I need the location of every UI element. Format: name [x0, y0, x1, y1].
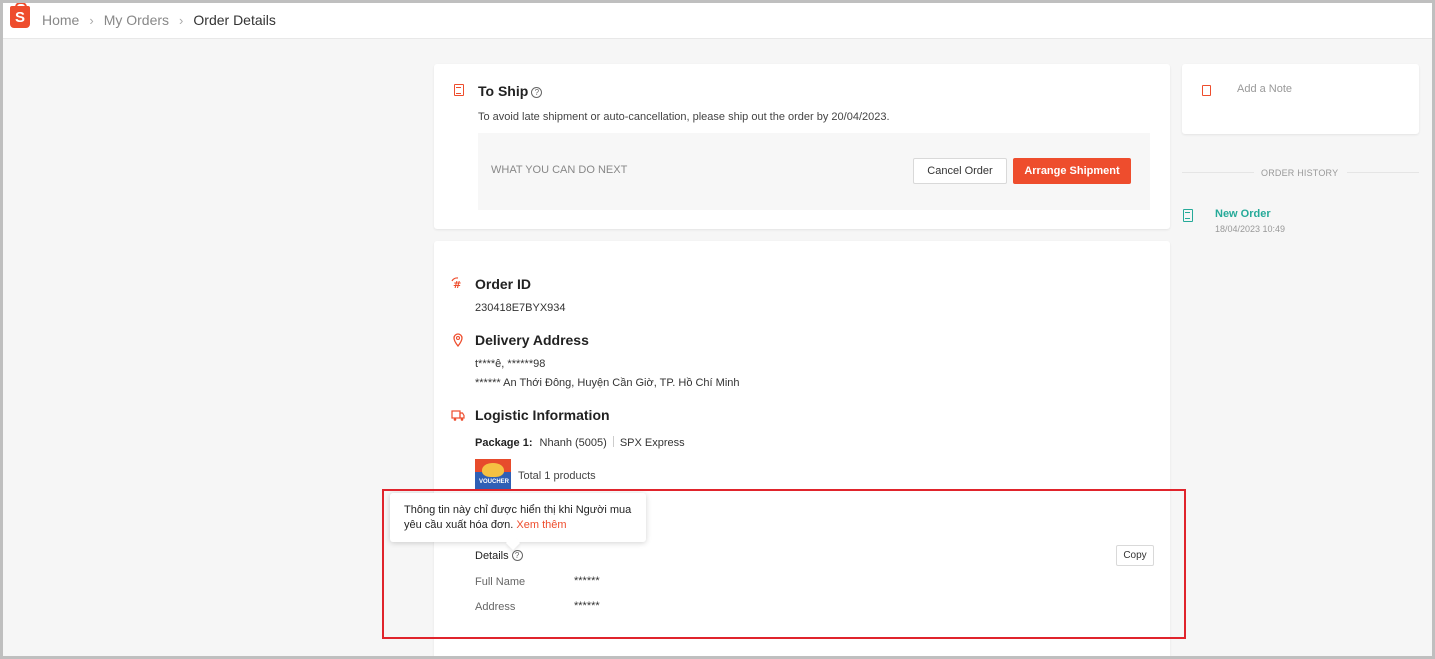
divider: [1182, 172, 1254, 173]
next-actions-label: WHAT YOU CAN DO NEXT: [491, 164, 628, 176]
cancel-order-button[interactable]: Cancel Order: [913, 158, 1007, 184]
status-description: To avoid late shipment or auto-cancellat…: [478, 111, 890, 123]
order-id-value: 230418E7BYX934: [475, 302, 566, 314]
document-icon: [1183, 209, 1193, 222]
svg-text:#: #: [453, 280, 461, 291]
package-carrier: SPX Express: [619, 437, 685, 449]
logistic-info-title: Logistic Information: [475, 407, 610, 423]
help-icon[interactable]: ?: [511, 550, 523, 561]
chevron-right-icon: ›: [179, 12, 184, 28]
top-bar: S Home › My Orders › Order Details: [3, 2, 1432, 39]
status-title: To Ship?: [478, 83, 543, 99]
products-total: Total 1 products: [518, 470, 596, 482]
next-actions-panel: WHAT YOU CAN DO NEXT Cancel Order Arrang…: [478, 133, 1150, 210]
divider: [1347, 172, 1419, 173]
status-title-text: To Ship: [478, 83, 529, 99]
history-item-time: 18/04/2023 10:49: [1215, 224, 1286, 234]
see-more-link[interactable]: Xem thêm: [516, 519, 566, 531]
order-id-title: Order ID: [475, 276, 532, 292]
invoice-address-label: Address: [475, 601, 516, 613]
invoice-details-label: Details?: [475, 550, 523, 562]
breadcrumb-my-orders[interactable]: My Orders: [104, 12, 169, 28]
status-card: To Ship? To avoid late shipment or auto-…: [434, 64, 1170, 229]
breadcrumb-home[interactable]: Home: [42, 12, 79, 28]
shopee-logo-icon[interactable]: S: [10, 2, 30, 28]
invoice-address-value: ******: [574, 600, 600, 612]
note-icon: [1202, 85, 1211, 96]
order-history-heading: ORDER HISTORY: [1182, 166, 1419, 180]
breadcrumb: Home › My Orders › Order Details: [42, 12, 276, 28]
add-note-label[interactable]: Add a Note: [1237, 83, 1292, 95]
add-note-card[interactable]: Add a Note: [1182, 64, 1419, 134]
help-icon[interactable]: ?: [531, 87, 543, 98]
product-thumbnail[interactable]: VOUCHER: [475, 459, 511, 491]
history-item-title: New Order: [1215, 208, 1271, 220]
location-pin-icon: [453, 333, 463, 347]
arrange-shipment-button[interactable]: Arrange Shipment: [1013, 158, 1131, 184]
product-thumbnail-text: VOUCHER: [479, 479, 510, 485]
delivery-address-title: Delivery Address: [475, 332, 589, 348]
delivery-address-line2: ****** An Thới Đông, Huyện Cần Giờ, TP. …: [475, 377, 740, 389]
full-name-value: ******: [574, 575, 600, 587]
full-name-label: Full Name: [475, 576, 526, 588]
order-history-title: ORDER HISTORY: [1261, 168, 1339, 178]
invoice-tooltip: Thông tin này chỉ được hiển thị khi Ngườ…: [390, 493, 646, 542]
chevron-right-icon: ›: [89, 12, 94, 28]
delivery-address-line1: t****ê, ******98: [475, 358, 546, 370]
clipboard-icon: [454, 84, 464, 96]
order-id-icon: #: [451, 277, 461, 291]
package-info: Package 1: Nhanh (5005) SPX Express: [475, 436, 685, 449]
copy-button[interactable]: Copy: [1116, 545, 1154, 566]
truck-icon: [451, 410, 465, 421]
order-details-card: # Order ID 230418E7BYX934 Delivery Addre…: [434, 241, 1170, 659]
breadcrumb-order-details: Order Details: [193, 12, 276, 28]
package-label: Package 1:: [475, 437, 533, 449]
divider: [612, 436, 614, 447]
invoice-details-text: Details: [475, 550, 509, 562]
package-service: Nhanh (5005): [539, 437, 607, 449]
